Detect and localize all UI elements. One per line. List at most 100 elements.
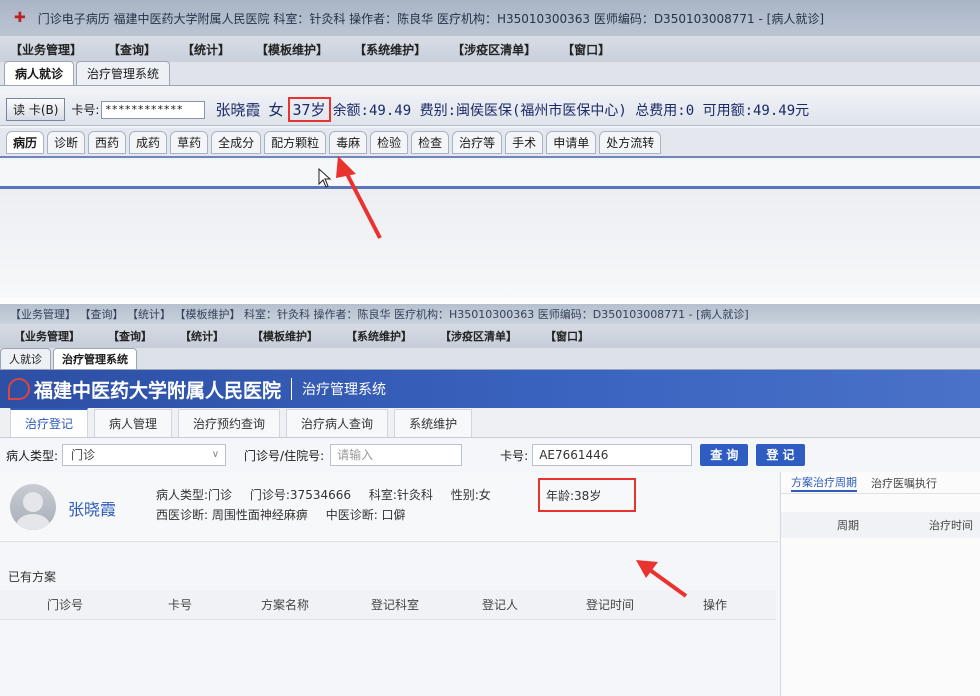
- patient-name: 张晓霞: [68, 500, 117, 519]
- menu-business[interactable]: 【业务管理】: [14, 328, 80, 344]
- system-name: 治疗管理系统: [302, 382, 387, 398]
- tab-patient-visit[interactable]: 人就诊: [0, 348, 51, 369]
- screenshot-top: ✚ 门诊电子病历 福建中医药大学附属人民医院 科室：针灸科 操作者：陈良华 医疗…: [0, 0, 980, 298]
- main-panel: 张晓霞 病人类型:门诊 门诊号:37534666 科室:针灸科 性别:女 西医诊…: [0, 472, 980, 696]
- module-tabs-2: 人就诊 治疗管理系统: [0, 348, 980, 370]
- menu-epidemic[interactable]: 【涉疫区清单】: [452, 41, 536, 58]
- subtab-exam[interactable]: 检查: [411, 130, 450, 154]
- tab-appointment-query[interactable]: 治疗预约查询: [178, 409, 281, 437]
- record-subtabs: 病历 诊断 西药 成药 草药 全成分 配方颗粒 毒麻 检验 检查 治疗等 手术 …: [0, 128, 980, 158]
- col-registrar: 登记人: [481, 598, 518, 612]
- register-button[interactable]: 登 记: [756, 444, 805, 466]
- right-tabs: 方案治疗周期 治疗医嘱执行: [781, 472, 980, 494]
- screenshot-bottom: 【业务管理】 【查询】 【统计】 【模板维护】 科室：针灸科 操作者：陈良华 医…: [0, 304, 980, 696]
- tab-plan-cycle[interactable]: 方案治疗周期: [791, 474, 857, 492]
- col-treat-time: 治疗时间: [929, 519, 973, 532]
- cycle-table-header: 周期 治疗时间: [781, 512, 980, 538]
- tab-patient-query[interactable]: 治疗病人查询: [286, 409, 389, 437]
- tab-system-maintenance[interactable]: 系统维护: [394, 409, 473, 437]
- content-area: [0, 189, 980, 298]
- col-action: 操作: [702, 598, 727, 612]
- menu-epidemic[interactable]: 【涉疫区清单】: [440, 328, 517, 344]
- banner-separator: [291, 378, 293, 400]
- chevron-down-icon: ∨: [211, 449, 220, 460]
- search-bar: 病人类型: 门诊 ∨ 门诊号/住院号: 请输入 卡号: AE7661446 查 …: [0, 438, 980, 472]
- tcm-diagnosis: 中医诊断: 口僻: [325, 508, 406, 522]
- app-icon: ✚: [14, 10, 26, 26]
- hospital-banner: 福建中医药大学附属人民医院 治疗管理系统: [0, 370, 980, 408]
- patient-age-highlighted: 37岁: [287, 97, 331, 122]
- patient-card: 张晓霞 病人类型:门诊 门诊号:37534666 科室:针灸科 性别:女 西医诊…: [0, 472, 778, 542]
- menu-business[interactable]: 【业务管理】: [10, 41, 82, 58]
- tab-treatment-system[interactable]: 治疗管理系统: [53, 348, 137, 369]
- subtab-request[interactable]: 申请单: [546, 130, 597, 154]
- subtab-granules[interactable]: 配方颗粒: [264, 130, 327, 154]
- menu-query[interactable]: 【查询】: [108, 328, 152, 344]
- menu-bar: 【业务管理】 【查询】 【统计】 【模板维护】 【系统维护】 【涉疫区清单】 【…: [0, 36, 980, 62]
- mouse-cursor-icon: [318, 168, 332, 188]
- hospital-logo-icon: [8, 378, 30, 400]
- card-input[interactable]: AE7661446: [532, 444, 693, 466]
- plans-table-header: 门诊号 卡号 方案名称 登记科室 登记人 登记时间 操作: [0, 590, 776, 620]
- card-label: 卡号:: [71, 103, 100, 117]
- subtab-western[interactable]: 西药: [88, 130, 127, 154]
- subtab-surgery[interactable]: 手术: [505, 130, 544, 154]
- col-plan-name: 方案名称: [260, 598, 309, 612]
- window-title: 门诊电子病历 福建中医药大学附属人民医院 科室：针灸科 操作者：陈良华 医疗机构…: [37, 11, 824, 26]
- menu-window[interactable]: 【窗口】: [545, 328, 589, 344]
- patient-details-line2: 西医诊断: 周围性面神经麻痹 中医诊断: 口僻: [156, 506, 420, 523]
- treatment-nav-tabs: 治疗登记 病人管理 治疗预约查询 治疗病人查询 系统维护: [0, 408, 980, 438]
- patient-type-label: 病人类型:: [6, 448, 59, 463]
- subtab-diagnosis[interactable]: 诊断: [47, 130, 86, 154]
- subtab-full-ingredient[interactable]: 全成分: [211, 130, 262, 154]
- subtab-prescription-flow[interactable]: 处方流转: [599, 130, 662, 154]
- mz-number: 门诊号:37534666: [249, 488, 351, 502]
- patient-billing-info: 余额:49.49 费别:闽侯医保(福州市医保中心) 总费用:0 可用额:49.4…: [332, 102, 810, 119]
- patient-details-line1: 病人类型:门诊 门诊号:37534666 科室:针灸科 性别:女: [156, 486, 505, 503]
- subtab-lab[interactable]: 检验: [370, 130, 409, 154]
- menu-system[interactable]: 【系统维护】: [354, 41, 426, 58]
- menu-stats[interactable]: 【统计】: [182, 41, 230, 58]
- mz-label: 门诊号/住院号:: [244, 448, 325, 463]
- col-card-no: 卡号: [167, 598, 192, 612]
- top-bar: 【业务管理】 【查询】 【统计】 【模板维护】 科室：针灸科 操作者：陈良华 医…: [0, 304, 980, 324]
- menu-template[interactable]: 【模板维护】: [252, 328, 318, 344]
- tab-order-execution[interactable]: 治疗医嘱执行: [871, 475, 937, 491]
- subtab-patent[interactable]: 成药: [129, 130, 168, 154]
- window-title-bar: ✚ 门诊电子病历 福建中医药大学附属人民医院 科室：针灸科 操作者：陈良华 医疗…: [0, 0, 980, 36]
- subtab-treatment[interactable]: 治疗等: [452, 130, 503, 154]
- tab-treatment-register[interactable]: 治疗登记: [10, 408, 89, 437]
- subtab-record[interactable]: 病历: [6, 130, 45, 154]
- gender: 性别:女: [450, 488, 491, 502]
- tab-patient-management[interactable]: 病人管理: [94, 409, 173, 437]
- tab-patient-visit[interactable]: 病人就诊: [4, 61, 75, 85]
- subtab-herbal[interactable]: 草药: [170, 130, 209, 154]
- mz-input[interactable]: 请输入: [330, 444, 463, 466]
- tab-treatment-system[interactable]: 治疗管理系统: [76, 61, 171, 85]
- patient-type: 病人类型:门诊: [156, 488, 233, 502]
- col-reg-time: 登记时间: [585, 598, 634, 612]
- menu-window[interactable]: 【窗口】: [562, 41, 610, 58]
- patient-gender: 女: [268, 101, 284, 119]
- avatar: [10, 484, 56, 530]
- card-number-field[interactable]: ************: [101, 100, 206, 119]
- patient-name: 张晓霞: [215, 101, 261, 119]
- read-card-button[interactable]: 读 卡(B): [6, 98, 66, 121]
- col-dept: 登记科室: [370, 598, 419, 612]
- menu-template[interactable]: 【模板维护】: [256, 41, 328, 58]
- card-label: 卡号:: [500, 448, 529, 463]
- western-diagnosis: 西医诊断: 周围性面神经麻痹: [156, 508, 308, 522]
- menu-query[interactable]: 【查询】: [108, 41, 156, 58]
- department: 科室:针灸科: [368, 488, 433, 502]
- record-body: [0, 160, 980, 298]
- col-mz-no: 门诊号: [46, 598, 83, 612]
- existing-plans-title: 已有方案: [8, 570, 57, 584]
- query-button[interactable]: 查 询: [700, 444, 749, 466]
- patient-info-bar: 读 卡(B) 卡号: ************ 张晓霞 女 37岁 余额:49.…: [0, 94, 980, 126]
- menu-system[interactable]: 【系统维护】: [346, 328, 412, 344]
- subtab-narcotic[interactable]: 毒麻: [329, 130, 368, 154]
- menu-stats[interactable]: 【统计】: [180, 328, 224, 344]
- patient-type-select[interactable]: 门诊 ∨: [62, 444, 227, 466]
- right-panel: 方案治疗周期 治疗医嘱执行 周期 治疗时间: [780, 472, 980, 696]
- menu-bar-2: 【业务管理】 【查询】 【统计】 【模板维护】 【系统维护】 【涉疫区清单】 【…: [0, 324, 980, 348]
